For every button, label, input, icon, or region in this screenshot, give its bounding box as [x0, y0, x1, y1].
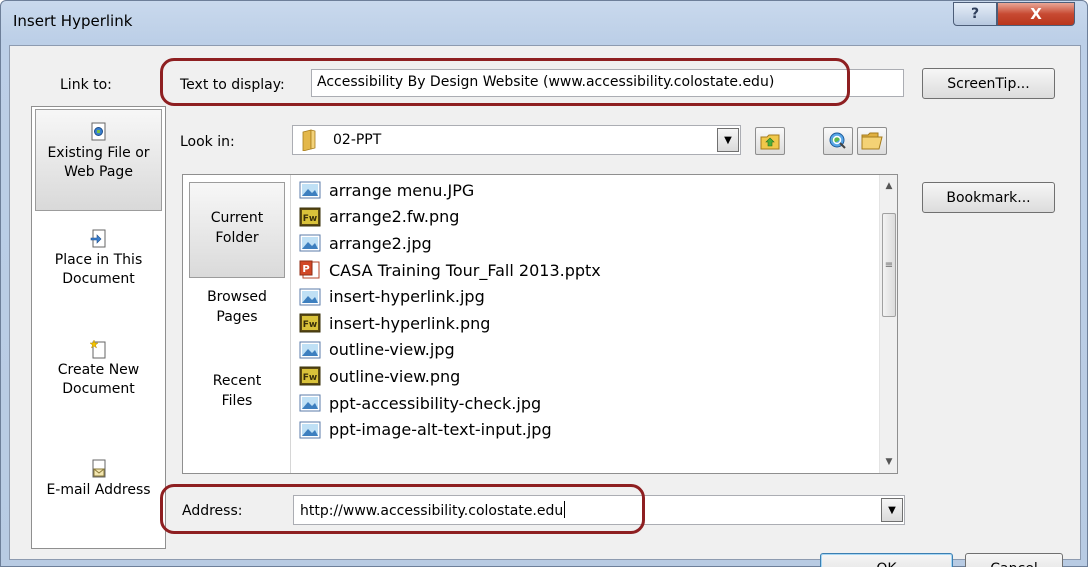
existing-file-icon [91, 122, 105, 141]
file-name: ppt-image-alt-text-input.jpg [329, 420, 552, 440]
nav-browsed-pages[interactable]: Browsed Pages [189, 287, 285, 337]
link-email-address[interactable]: E-mail Address [35, 459, 162, 519]
link-create-new-document[interactable]: Create New Document [35, 339, 162, 419]
up-one-folder-button[interactable] [755, 127, 785, 155]
link-place-in-document[interactable]: Place in This Document [35, 229, 162, 309]
link-existing-file[interactable]: Existing File or Web Page [35, 109, 162, 211]
file-list-item[interactable]: Fw insert-hyperlink.png [299, 310, 875, 337]
link-to-panel: Existing File or Web Page Place in This … [31, 106, 166, 549]
help-button[interactable]: ? [953, 2, 997, 26]
nav-current-folder-label-1: Current [210, 210, 264, 226]
link-existing-file-label-1: Existing File or [47, 145, 150, 161]
dialog-body: Link to: Existing File or Web Page Place… [9, 45, 1081, 567]
browse-file-button[interactable] [857, 127, 887, 155]
file-list-item[interactable]: insert-hyperlink.jpg [299, 283, 875, 310]
text-to-display-input[interactable]: Accessibility By Design Website (www.acc… [311, 69, 904, 97]
image-icon [299, 393, 329, 413]
link-email-address-label-1: E-mail Address [46, 482, 151, 498]
text-to-display-label: Text to display: [180, 77, 285, 93]
link-create-new-document-label-1: Create New [57, 362, 140, 378]
cancel-button[interactable]: Cancel [965, 553, 1063, 567]
file-list-item[interactable]: arrange menu.JPG [299, 177, 875, 204]
fireworks-icon: Fw [299, 207, 329, 227]
browse-web-button[interactable] [823, 127, 853, 155]
file-name: insert-hyperlink.jpg [329, 287, 485, 307]
ok-button[interactable]: OK [820, 553, 953, 567]
close-button[interactable]: X [997, 2, 1075, 26]
address-label: Address: [182, 503, 243, 519]
link-place-in-document-label-2: Document [62, 271, 135, 287]
file-list-item[interactable]: P CASA Training Tour_Fall 2013.pptx [299, 257, 875, 284]
file-name: insert-hyperlink.png [329, 313, 491, 333]
link-create-new-document-label-2: Document [62, 381, 135, 397]
help-icon: ? [970, 6, 980, 22]
file-list-item[interactable]: ppt-image-alt-text-input.jpg [299, 416, 875, 443]
link-existing-file-label-2: Web Page [64, 164, 133, 180]
nav-recent-files-label-1: Recent [212, 373, 262, 389]
image-icon [299, 420, 329, 440]
file-name: arrange2.jpg [329, 233, 432, 253]
svg-text:Fw: Fw [303, 320, 317, 330]
chevron-down-icon: ▼ [724, 134, 732, 146]
address-input[interactable]: http://www.accessibility.colostate.edu ▼ [293, 495, 905, 525]
new-document-icon [89, 339, 105, 359]
nav-browsed-pages-label-1: Browsed [207, 289, 267, 305]
file-list-item[interactable]: Fw outline-view.png [299, 363, 875, 390]
bookmark-button[interactable]: Bookmark... [922, 182, 1055, 213]
address-value: http://www.accessibility.colostate.edu [300, 503, 564, 519]
nav-recent-files-label-2: Files [221, 393, 253, 409]
text-caret [564, 501, 566, 518]
dialog-title: Insert Hyperlink [13, 12, 133, 30]
look-in-select[interactable]: 02-PPT ▼ [292, 125, 741, 155]
nav-browsed-pages-label-2: Pages [216, 309, 258, 325]
link-to-label: Link to: [60, 77, 112, 93]
open-folder-icon [861, 132, 883, 150]
nav-recent-files[interactable]: Recent Files [189, 371, 285, 421]
look-in-label: Look in: [180, 134, 235, 150]
close-icon: X [1030, 5, 1042, 23]
file-name: CASA Training Tour_Fall 2013.pptx [329, 260, 601, 280]
chevron-down-icon: ▼ [888, 504, 896, 516]
file-name: outline-view.jpg [329, 340, 455, 360]
file-name: arrange2.fw.png [329, 207, 460, 227]
file-list-item[interactable]: Fw arrange2.fw.png [299, 204, 875, 231]
image-icon [299, 287, 329, 307]
file-list-item[interactable]: outline-view.jpg [299, 337, 875, 364]
image-icon [299, 340, 329, 360]
email-icon [92, 459, 105, 478]
up-folder-icon [760, 134, 780, 150]
powerpoint-icon: P [299, 260, 329, 280]
nav-current-folder-label-2: Folder [215, 230, 259, 246]
scroll-down-icon[interactable]: ▼ [880, 453, 898, 471]
file-browser: Current Folder Browsed Pages Recent File… [182, 174, 898, 474]
nav-current-folder[interactable]: Current Folder [189, 182, 285, 278]
scroll-thumb[interactable]: ≡ [882, 213, 896, 317]
image-icon [299, 233, 329, 253]
fireworks-icon: Fw [299, 366, 329, 386]
screentip-button[interactable]: ScreenTip... [922, 68, 1055, 99]
folder-icon [302, 129, 316, 151]
svg-text:P: P [302, 264, 309, 275]
fireworks-icon: Fw [299, 313, 329, 333]
file-name: outline-view.png [329, 366, 461, 386]
browser-nav: Current Folder Browsed Pages Recent File… [183, 175, 291, 473]
link-place-in-document-label-1: Place in This [54, 252, 143, 268]
svg-text:Fw: Fw [303, 214, 317, 224]
file-list: arrange menu.JPG Fw arrange2.fw.png arrange… [299, 177, 875, 471]
file-list-item[interactable]: ppt-accessibility-check.jpg [299, 390, 875, 417]
file-name: ppt-accessibility-check.jpg [329, 393, 542, 413]
file-list-scrollbar[interactable]: ▲ ≡ ▼ [879, 175, 897, 473]
address-dropdown[interactable]: ▼ [881, 498, 903, 522]
place-in-document-icon [90, 229, 105, 248]
look-in-value: 02-PPT [333, 132, 382, 148]
scroll-up-icon[interactable]: ▲ [880, 177, 898, 195]
look-in-dropdown[interactable]: ▼ [717, 128, 739, 152]
file-list-item[interactable]: arrange2.jpg [299, 230, 875, 257]
insert-hyperlink-dialog: Insert Hyperlink ? X Link to: Existing F… [0, 0, 1088, 567]
title-bar: Insert Hyperlink ? X [1, 1, 1087, 45]
image-icon [299, 180, 329, 200]
svg-text:Fw: Fw [303, 373, 317, 383]
file-name: arrange menu.JPG [329, 180, 475, 200]
browse-web-icon [829, 132, 846, 149]
